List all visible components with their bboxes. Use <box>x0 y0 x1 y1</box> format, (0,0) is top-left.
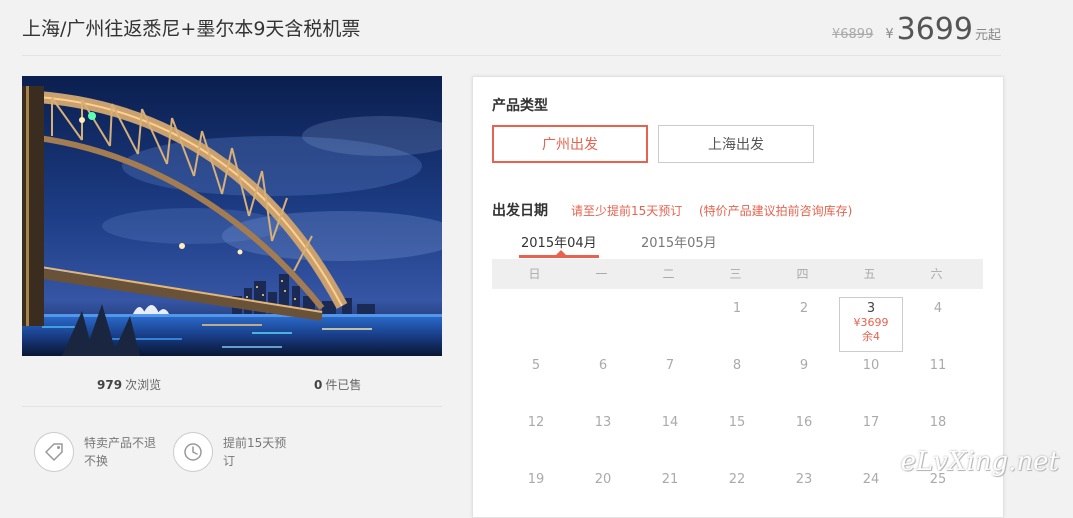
calendar-day[interactable]: 13 <box>571 415 635 430</box>
selected-day-remaining: 余4 <box>862 330 880 343</box>
weekday-label: 日 <box>528 267 541 281</box>
calendar-day[interactable]: 12 <box>504 415 568 430</box>
site-watermark: eLvXing.net <box>900 447 1059 477</box>
tab-month-april[interactable]: 2015年04月 <box>521 232 597 251</box>
calendar-day[interactable]: 2 <box>772 301 836 316</box>
calendar-day[interactable]: 11 <box>906 358 970 373</box>
clock-icon <box>173 432 213 472</box>
stock-consult-note: (特价产品建议拍前咨询库存) <box>699 204 853 218</box>
calendar-day[interactable]: 15 <box>705 415 769 430</box>
feature-no-refund: 特卖产品不退不换 <box>34 432 156 472</box>
calendar-day[interactable]: 10 <box>839 358 903 373</box>
tab-month-may[interactable]: 2015年05月 <box>641 232 717 251</box>
type-shanghai-button[interactable]: 上海出发 <box>658 125 814 163</box>
advance-booking-note: 请至少提前15天预订 <box>571 204 683 218</box>
calendar-day[interactable]: 17 <box>839 415 903 430</box>
price-block: ¥6899 ¥ 3699 元起 <box>832 10 1001 46</box>
calendar-day[interactable]: 7 <box>638 358 702 373</box>
calendar-day[interactable]: 19 <box>504 472 568 487</box>
product-photo <box>22 76 442 356</box>
calendar-day[interactable]: 21 <box>638 472 702 487</box>
calendar-day[interactable]: 20 <box>571 472 635 487</box>
product-title: 上海/广州往返悉尼+墨尔本9天含税机票 <box>22 18 361 40</box>
weekday-label: 二 <box>662 267 675 281</box>
product-type-label: 产品类型 <box>492 98 548 114</box>
calendar-day[interactable]: 4 <box>906 301 970 316</box>
weekday-label: 五 <box>863 267 876 281</box>
feature-advance-booking: 提前15天预订 <box>173 432 295 472</box>
stats-divider <box>22 406 442 407</box>
weekday-label: 一 <box>595 267 608 281</box>
weekday-label: 四 <box>796 267 809 281</box>
title-divider <box>22 55 1001 56</box>
sold-stat: 0 件已售 <box>314 376 361 393</box>
weekday-label: 三 <box>729 267 742 281</box>
calendar-day[interactable]: 8 <box>705 358 769 373</box>
calendar-day[interactable]: 23 <box>772 472 836 487</box>
calendar-day[interactable]: 6 <box>571 358 635 373</box>
views-label: 次浏览 <box>125 378 162 392</box>
selected-day-number: 3 <box>866 301 876 316</box>
weekday-header: 日 一 二 三 四 五 六 <box>492 259 983 289</box>
price-unit: 元起 <box>974 28 1001 43</box>
calendar-day[interactable]: 24 <box>839 472 903 487</box>
feature-text: 提前15天预订 <box>223 436 287 468</box>
weekday-label: 六 <box>930 267 943 281</box>
current-price: 3699 <box>896 12 973 47</box>
active-month-underline <box>519 255 599 258</box>
departure-date-label: 出发日期 <box>492 203 548 219</box>
calendar-day[interactable]: 22 <box>705 472 769 487</box>
views-count: 979 <box>97 378 123 392</box>
calendar-day[interactable]: 18 <box>906 415 970 430</box>
sold-label: 件已售 <box>325 378 362 392</box>
calendar-day[interactable]: 16 <box>772 415 836 430</box>
selected-day-price: ¥3699 <box>853 316 889 329</box>
calendar-day[interactable]: 5 <box>504 358 568 373</box>
calendar-day[interactable]: 9 <box>772 358 836 373</box>
type-guangzhou-button[interactable]: 广州出发 <box>492 125 648 163</box>
currency-symbol: ¥ <box>885 27 894 42</box>
feature-text: 特卖产品不退不换 <box>84 436 157 468</box>
tag-icon <box>34 432 74 472</box>
calendar-day[interactable]: 1 <box>705 301 769 316</box>
calendar-day-selected[interactable]: 3 ¥3699 余4 <box>839 297 903 352</box>
original-price: ¥6899 <box>831 27 874 42</box>
active-month-caret <box>556 250 566 255</box>
stats-bar: 979 次浏览 0 件已售 <box>22 376 442 394</box>
views-stat: 979 次浏览 <box>97 376 161 393</box>
calendar-day[interactable]: 14 <box>638 415 702 430</box>
sold-count: 0 <box>314 378 323 392</box>
